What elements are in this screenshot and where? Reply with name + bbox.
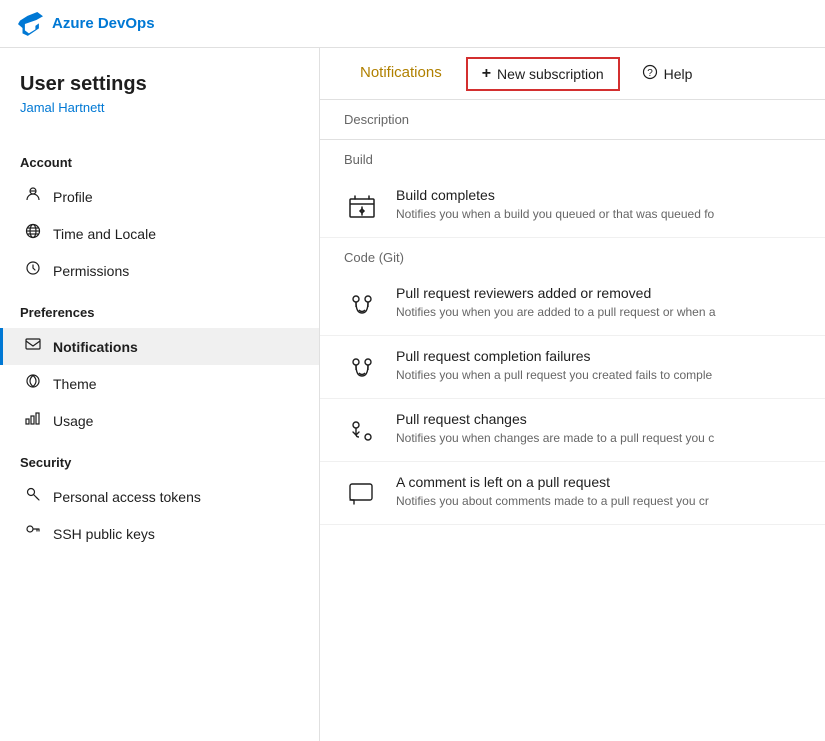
main-layout: User settings Jamal Hartnett Account Pro… [0,48,825,741]
help-circle-icon: ? [642,64,658,83]
list-item[interactable]: Build completes Notifies you when a buil… [320,175,825,238]
sidebar-item-notifications-label: Notifications [53,339,138,355]
table-header: Description [320,100,825,140]
notifications-icon [23,336,43,357]
pr-reviewers-icon [344,287,380,323]
content-area: Notifications + New subscription ? Help … [320,48,825,741]
pr-completion-failures-icon [344,350,380,386]
sidebar-item-profile[interactable]: Profile [0,178,319,215]
topbar: Azure DevOps [0,0,825,48]
content-header: Notifications + New subscription ? Help [320,48,825,100]
pr-changes-icon [344,413,380,449]
list-item[interactable]: A comment is left on a pull request Noti… [320,462,825,525]
sidebar-item-theme[interactable]: Theme [0,365,319,402]
sidebar-item-personal-access-tokens[interactable]: Personal access tokens [0,478,319,515]
pr-completion-failures-text: Pull request completion failures Notifie… [396,348,801,384]
user-section: User settings Jamal Hartnett [0,72,319,139]
sidebar-item-personal-access-tokens-label: Personal access tokens [53,489,201,505]
pr-changes-title: Pull request changes [396,411,801,427]
list-item[interactable]: Pull request completion failures Notifie… [320,336,825,399]
pr-changes-desc: Notifies you when changes are made to a … [396,430,801,447]
pr-changes-text: Pull request changes Notifies you when c… [396,411,801,447]
group-label-code-git: Code (Git) [320,238,825,273]
new-subscription-label: New subscription [497,66,604,82]
sidebar-subtitle: Jamal Hartnett [20,100,299,115]
logo[interactable]: Azure DevOps [16,10,155,38]
sidebar-item-usage-label: Usage [53,413,93,429]
content-body: Description Build Build comp [320,100,825,741]
pr-reviewers-title: Pull request reviewers added or removed [396,285,801,301]
help-button[interactable]: ? Help [628,58,707,89]
sidebar-title: User settings [20,72,299,96]
section-label-security: Security [0,439,319,478]
section-label-preferences: Preferences [0,289,319,328]
pr-reviewers-text: Pull request reviewers added or removed … [396,285,801,321]
group-label-build: Build [320,140,825,175]
pr-comment-text: A comment is left on a pull request Noti… [396,474,801,510]
plus-icon: + [482,65,491,83]
svg-text:?: ? [647,68,653,79]
sidebar-item-ssh-public-keys[interactable]: SSH public keys [0,515,319,552]
tab-notifications[interactable]: Notifications [344,48,458,99]
pr-comment-title: A comment is left on a pull request [396,474,801,490]
pr-completion-failures-title: Pull request completion failures [396,348,801,364]
sidebar-item-time-locale-label: Time and Locale [53,226,156,242]
usage-icon [23,410,43,431]
help-label: Help [664,66,693,82]
personal-access-tokens-icon [23,486,43,507]
sidebar-item-notifications[interactable]: Notifications [0,328,319,365]
build-completes-icon [344,189,380,225]
list-item[interactable]: Pull request reviewers added or removed … [320,273,825,336]
globe-icon [23,223,43,244]
sidebar-item-theme-label: Theme [53,376,97,392]
sidebar: User settings Jamal Hartnett Account Pro… [0,48,320,741]
theme-icon [23,373,43,394]
build-completes-text: Build completes Notifies you when a buil… [396,187,801,223]
pr-comment-icon [344,476,380,512]
pr-completion-failures-desc: Notifies you when a pull request you cre… [396,367,801,384]
build-completes-desc: Notifies you when a build you queued or … [396,206,801,223]
sidebar-item-ssh-public-keys-label: SSH public keys [53,526,155,542]
logo-text: Azure DevOps [52,15,155,32]
list-item[interactable]: Pull request changes Notifies you when c… [320,399,825,462]
new-subscription-button[interactable]: + New subscription [466,57,620,91]
profile-icon [23,186,43,207]
ssh-icon [23,523,43,544]
sidebar-item-permissions-label: Permissions [53,263,129,279]
section-label-account: Account [0,139,319,178]
pr-reviewers-desc: Notifies you when you are added to a pul… [396,304,801,321]
sidebar-item-time-locale[interactable]: Time and Locale [0,215,319,252]
sidebar-item-profile-label: Profile [53,189,93,205]
tab-notifications-label: Notifications [360,64,442,81]
sidebar-item-permissions[interactable]: Permissions [0,252,319,289]
sidebar-item-usage[interactable]: Usage [0,402,319,439]
azure-devops-icon [16,10,44,38]
build-completes-title: Build completes [396,187,801,203]
permissions-icon [23,260,43,281]
pr-comment-desc: Notifies you about comments made to a pu… [396,493,801,510]
